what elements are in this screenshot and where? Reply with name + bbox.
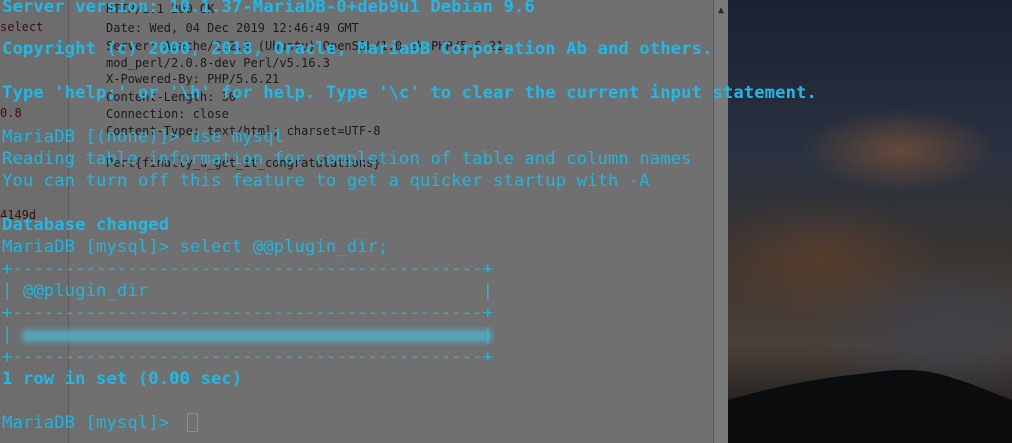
table-border-top: +---------------------------------------… (2, 259, 494, 279)
table-border-bottom: +---------------------------------------… (2, 347, 494, 367)
prompt-final-line[interactable]: MariaDB [mysql]> (2, 412, 180, 434)
terminal-window[interactable]: Server version: 10.1.37-MariaDB-0+deb9u1… (0, 0, 1012, 443)
database-changed-line: Database changed (2, 215, 170, 235)
table-border-mid: +---------------------------------------… (2, 303, 494, 323)
prompt-use-line: MariaDB [(none)]> use mysql (2, 127, 285, 147)
row-count-line: 1 row in set (0.00 sec) (2, 369, 243, 389)
reading-table-info-line: Reading table information for completion… (2, 149, 692, 169)
help-hint-line: Type 'help;' or '\h' for help. Type '\c'… (2, 83, 817, 103)
terminal-cursor (187, 413, 198, 432)
prompt-select-line: MariaDB [mysql]> select @@plugin_dir; (2, 237, 389, 257)
table-header-row: | @@plugin_dir | (2, 281, 494, 301)
turn-off-feature-line: You can turn off this feature to get a q… (2, 171, 650, 191)
server-version-line: Server version: 10.1.37-MariaDB-0+deb9u1… (2, 0, 535, 17)
copyright-line: Copyright (c) 2000, 2018, Oracle, MariaD… (2, 39, 713, 59)
redacted-plugin-dir-value (22, 330, 492, 342)
